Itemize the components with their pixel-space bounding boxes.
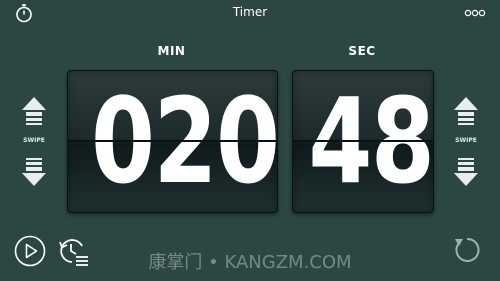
swipe-up-arrow-icon[interactable]	[22, 97, 46, 129]
seconds-label: SEC	[348, 44, 376, 58]
top-bar: Timer	[0, 0, 500, 26]
swipe-label: SWIPE	[23, 137, 45, 144]
watermark-text: 康掌门 • KANGZM.COM	[148, 252, 352, 273]
flip-seam	[68, 140, 277, 142]
minutes-label: MIN	[157, 44, 186, 58]
seconds-flip-card[interactable]: 48	[292, 70, 434, 213]
page-title: Timer	[232, 5, 268, 19]
minutes-flip-card[interactable]: 020	[67, 70, 278, 213]
swipe-down-arrow-icon[interactable]	[454, 154, 478, 186]
timer-list-icon[interactable]	[56, 234, 90, 268]
more-icon[interactable]	[464, 5, 486, 21]
swipe-up-arrow-icon[interactable]	[454, 97, 478, 129]
reset-icon[interactable]	[451, 235, 481, 265]
swipe-down-arrow-icon[interactable]	[22, 154, 46, 186]
flip-seam	[293, 140, 433, 142]
play-icon[interactable]	[14, 235, 46, 267]
swipe-label: SWIPE	[455, 137, 477, 144]
